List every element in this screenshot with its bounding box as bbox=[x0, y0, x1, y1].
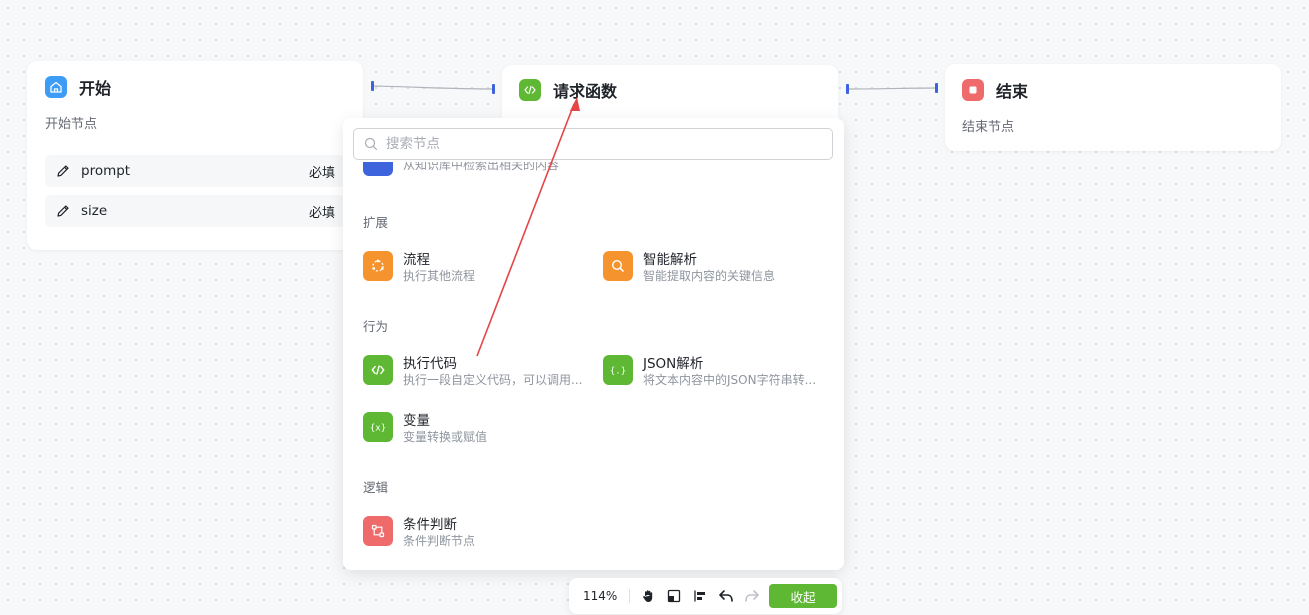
item-title: 流程 bbox=[403, 252, 430, 268]
partial-item-desc: 从知识库中检索出相关的内容 bbox=[403, 162, 560, 172]
minimap-icon[interactable] bbox=[666, 588, 682, 604]
json-icon: {.} bbox=[603, 355, 633, 385]
port-start-out[interactable] bbox=[371, 81, 374, 91]
node-item-variable[interactable]: {x} 变量 变量转换或赋值 bbox=[363, 412, 588, 446]
item-desc: 变量转换或赋值 bbox=[403, 430, 488, 444]
collapse-button[interactable]: 收起 bbox=[769, 584, 837, 608]
pencil-icon bbox=[57, 205, 69, 217]
item-desc: 执行其他流程 bbox=[403, 269, 476, 283]
zoom-level[interactable]: 114% bbox=[583, 589, 617, 603]
flow-icon bbox=[363, 251, 393, 281]
start-node-desc: 开始节点 bbox=[45, 117, 98, 132]
redo-icon[interactable] bbox=[744, 588, 760, 604]
edge-start-to-request bbox=[371, 85, 494, 90]
port-request-out[interactable] bbox=[846, 84, 849, 94]
start-node-title: 开始 bbox=[79, 79, 112, 98]
item-desc: 智能提取内容的关键信息 bbox=[643, 269, 776, 283]
node-item-json-parse[interactable]: {.} JSON解析 将文本内容中的JSON字符串转... bbox=[603, 355, 828, 389]
required-label: 必填 bbox=[308, 205, 335, 221]
search-input[interactable] bbox=[386, 136, 806, 152]
knowledge-icon bbox=[363, 162, 393, 176]
field-name: prompt bbox=[81, 163, 131, 179]
required-label: 必填 bbox=[308, 165, 335, 181]
item-title: 智能解析 bbox=[643, 252, 697, 268]
search-box[interactable] bbox=[353, 128, 833, 160]
partial-list-item[interactable]: 从知识库中检索出相关的内容 bbox=[363, 162, 833, 178]
svg-text:{x}: {x} bbox=[370, 424, 386, 434]
start-node[interactable]: 开始 开始节点 prompt 必填 size 必填 bbox=[27, 61, 363, 250]
code-icon bbox=[519, 79, 541, 101]
item-desc: 执行一段自定义代码，可以调用... bbox=[403, 373, 583, 387]
smart-parse-icon bbox=[603, 251, 633, 281]
item-title: 执行代码 bbox=[403, 356, 457, 372]
item-title: 变量 bbox=[403, 413, 430, 429]
stop-icon bbox=[962, 79, 984, 101]
section-title-behavior: 行为 bbox=[363, 319, 389, 334]
node-picker-panel: 从知识库中检索出相关的内容 扩展 流程 执行其他流程 智能解析 智能提取内容的关… bbox=[343, 118, 844, 570]
end-node-title: 结束 bbox=[996, 82, 1029, 101]
section-title-logic: 逻辑 bbox=[363, 480, 389, 495]
hand-icon[interactable] bbox=[640, 588, 656, 604]
end-node-desc: 结束节点 bbox=[962, 120, 1015, 135]
field-name: size bbox=[81, 203, 108, 219]
request-node-title: 请求函数 bbox=[553, 82, 618, 101]
node-item-flow[interactable]: 流程 执行其他流程 bbox=[363, 251, 588, 285]
align-left-icon[interactable] bbox=[692, 588, 708, 604]
end-node[interactable]: 结束 结束节点 bbox=[945, 64, 1281, 151]
start-field-size[interactable]: size 必填 bbox=[45, 195, 345, 227]
node-item-condition[interactable]: 条件判断 条件判断节点 bbox=[363, 516, 588, 550]
item-title: JSON解析 bbox=[643, 356, 704, 372]
pencil-icon bbox=[57, 165, 69, 177]
start-field-prompt[interactable]: prompt 必填 bbox=[45, 155, 345, 187]
port-end-in[interactable] bbox=[935, 83, 938, 93]
edge-request-to-end bbox=[846, 87, 938, 90]
code-icon bbox=[363, 355, 393, 385]
item-desc: 条件判断节点 bbox=[403, 534, 476, 548]
search-icon bbox=[364, 137, 378, 151]
toolbar-divider bbox=[629, 589, 631, 603]
condition-icon bbox=[363, 516, 393, 546]
port-request-in[interactable] bbox=[492, 84, 495, 94]
variable-icon: {x} bbox=[363, 412, 393, 442]
canvas-toolbar: 114% 收起 bbox=[569, 578, 842, 614]
node-item-run-code[interactable]: 执行代码 执行一段自定义代码，可以调用... bbox=[363, 355, 588, 389]
node-item-smart-parse[interactable]: 智能解析 智能提取内容的关键信息 bbox=[603, 251, 828, 285]
item-title: 条件判断 bbox=[403, 517, 457, 533]
section-title-extension: 扩展 bbox=[363, 215, 389, 230]
undo-icon[interactable] bbox=[718, 588, 734, 604]
item-desc: 将文本内容中的JSON字符串转... bbox=[643, 373, 817, 387]
home-icon bbox=[45, 76, 67, 98]
svg-text:{.}: {.} bbox=[610, 367, 626, 377]
